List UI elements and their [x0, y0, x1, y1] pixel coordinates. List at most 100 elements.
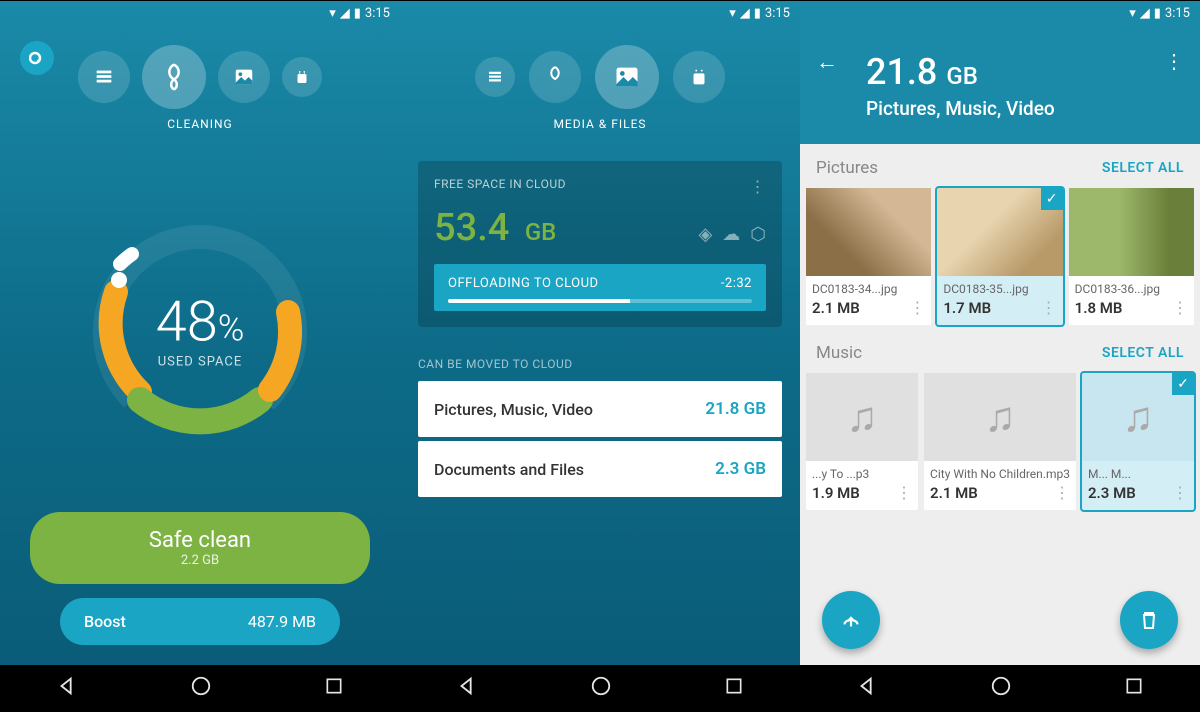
screen-media-detail: ▾ ◢ ▮ 3:15 ← ⋮ 21.8 GB Pictures, Music, … — [800, 1, 1200, 711]
group-header-pictures: Pictures SELECT ALL — [800, 144, 1200, 188]
card-menu-icon[interactable]: ⋮ — [750, 177, 767, 196]
file-size: 1.8 MB — [1075, 299, 1123, 317]
offload-eta: -2:32 — [721, 276, 752, 291]
top-nav — [400, 25, 800, 117]
gauge-area: 48% USED SPACE — [0, 151, 400, 512]
status-time: 3:15 — [765, 6, 790, 21]
battery-icon: ▮ — [754, 6, 761, 21]
header-size: 21.8 — [866, 51, 937, 93]
safe-clean-title: Safe clean — [70, 528, 330, 553]
nav-cleaning-icon[interactable] — [142, 45, 206, 109]
file-size: 1.9 MB — [812, 484, 860, 502]
signal-icon: ◢ — [740, 6, 750, 21]
status-bar: ▾ ◢ ▮ 3:15 — [800, 1, 1200, 25]
music-row: ♫ ...y To ...p3 1.9 MB ⋮ ♫ City With No C… — [800, 373, 1200, 514]
back-button[interactable] — [56, 675, 78, 701]
wifi-icon: ▾ — [329, 6, 336, 21]
offload-label: OFFLOADING TO CLOUD — [448, 276, 599, 291]
move-section-label: CAN BE MOVED TO CLOUD — [418, 357, 782, 371]
header-unit: GB — [946, 62, 978, 90]
nav-storage-icon[interactable] — [78, 51, 130, 103]
picture-thumb[interactable]: DC0183-34...jpg 2.1 MB⋮ — [806, 188, 931, 325]
back-arrow-icon[interactable]: ← — [816, 49, 838, 75]
nav-apps-icon[interactable] — [673, 51, 725, 103]
nav-apps-icon[interactable] — [282, 57, 322, 97]
back-button[interactable] — [856, 675, 878, 701]
item-menu-icon[interactable]: ⋮ — [1041, 298, 1057, 317]
item-menu-icon[interactable]: ⋮ — [1172, 483, 1188, 502]
file-name: ...y To ...p3 — [806, 461, 918, 483]
file-name: City With No Children.mp3 — [924, 461, 1076, 483]
signal-icon: ◢ — [1140, 6, 1150, 21]
picture-thumb[interactable]: DC0183-36...jpg 1.8 MB⋮ — [1069, 188, 1194, 325]
cloud-header: FREE SPACE IN CLOUD — [434, 177, 566, 196]
overflow-menu-icon[interactable]: ⋮ — [1164, 49, 1184, 73]
screen-media-files: ▾ ◢ ▮ 3:15 MEDIA & FILES FREE SPACE IN C… — [400, 1, 800, 711]
recent-button[interactable] — [1124, 676, 1144, 700]
android-nav — [800, 665, 1200, 711]
cloud-size-value: 53.4 — [434, 206, 509, 250]
row-label: Pictures, Music, Video — [434, 400, 593, 419]
music-thumb[interactable]: ♫ ...y To ...p3 1.9 MB ⋮ — [806, 373, 918, 510]
signal-icon: ◢ — [340, 6, 350, 21]
home-button[interactable] — [990, 675, 1012, 701]
upload-fab[interactable] — [822, 591, 880, 649]
battery-icon: ▮ — [354, 6, 361, 21]
status-bar: ▾ ◢ ▮ 3:15 — [0, 1, 400, 25]
file-name: DC0183-35...jpg — [937, 276, 1062, 298]
safe-clean-button[interactable]: Safe clean 2.2 GB — [30, 512, 370, 584]
picture-thumb[interactable]: ✓ DC0183-35...jpg 1.7 MB⋮ — [937, 188, 1062, 325]
music-note-icon: ♫ — [806, 373, 918, 461]
file-size: 2.1 MB — [930, 484, 978, 502]
dropbox-icon: ⬡ — [750, 224, 766, 245]
nav-cleaning-icon[interactable] — [529, 51, 581, 103]
check-icon: ✓ — [1172, 373, 1194, 395]
item-menu-icon[interactable]: ⋮ — [909, 298, 925, 317]
cloud-card: FREE SPACE IN CLOUD ⋮ 53.4 GB ◈ ☁ ⬡ OFFL… — [418, 161, 782, 327]
select-all-button[interactable]: SELECT ALL — [1102, 345, 1184, 361]
back-button[interactable] — [456, 675, 478, 701]
music-thumb[interactable]: ♫ City With No Children.mp3 2.1 MB⋮ — [924, 373, 1076, 510]
percent-sign: % — [218, 307, 245, 349]
onedrive-icon: ☁ — [722, 224, 740, 245]
android-nav — [0, 665, 400, 711]
nav-label: MEDIA & FILES — [400, 117, 800, 131]
boost-title: Boost — [84, 612, 126, 631]
status-time: 3:15 — [1165, 6, 1190, 21]
nav-media-icon[interactable] — [595, 45, 659, 109]
category-row-media[interactable]: Pictures, Music, Video 21.8 GB — [418, 381, 782, 437]
item-menu-icon[interactable]: ⋮ — [1172, 298, 1188, 317]
top-nav — [0, 25, 400, 117]
recent-button[interactable] — [724, 676, 744, 700]
boost-button[interactable]: Boost 487.9 MB — [60, 598, 340, 645]
row-size: 2.3 GB — [715, 459, 766, 479]
item-menu-icon[interactable]: ⋮ — [896, 483, 912, 502]
delete-fab[interactable] — [1120, 591, 1178, 649]
status-bar: ▾ ◢ ▮ 3:15 — [400, 1, 800, 25]
cloud-providers: ◈ ☁ ⬡ — [698, 224, 766, 245]
android-nav — [400, 665, 800, 711]
progress-track — [448, 299, 752, 303]
thumbnail-image — [1069, 188, 1194, 276]
row-label: Documents and Files — [434, 460, 584, 479]
home-button[interactable] — [590, 675, 612, 701]
group-header-music: Music SELECT ALL — [800, 329, 1200, 373]
offload-progress[interactable]: OFFLOADING TO CLOUD -2:32 — [434, 264, 766, 311]
gauge-label: USED SPACE — [156, 354, 245, 369]
thumbnail-image — [806, 188, 931, 276]
boost-size: 487.9 MB — [248, 612, 316, 631]
storage-gauge: 48% USED SPACE — [70, 202, 330, 462]
gdrive-icon: ◈ — [698, 224, 712, 245]
recent-button[interactable] — [324, 676, 344, 700]
detail-header: ← ⋮ 21.8 GB Pictures, Music, Video — [800, 25, 1200, 144]
home-button[interactable] — [190, 675, 212, 701]
nav-media-icon[interactable] — [218, 51, 270, 103]
gauge-percent: 48 — [156, 288, 218, 354]
music-thumb[interactable]: ✓ ♫ M... M... 2.3 MB⋮ — [1082, 373, 1194, 510]
nav-storage-icon[interactable] — [475, 57, 515, 97]
file-size: 2.3 MB — [1088, 484, 1136, 502]
item-menu-icon[interactable]: ⋮ — [1054, 483, 1070, 502]
group-name: Music — [816, 343, 862, 363]
select-all-button[interactable]: SELECT ALL — [1102, 160, 1184, 176]
category-row-documents[interactable]: Documents and Files 2.3 GB — [418, 441, 782, 497]
